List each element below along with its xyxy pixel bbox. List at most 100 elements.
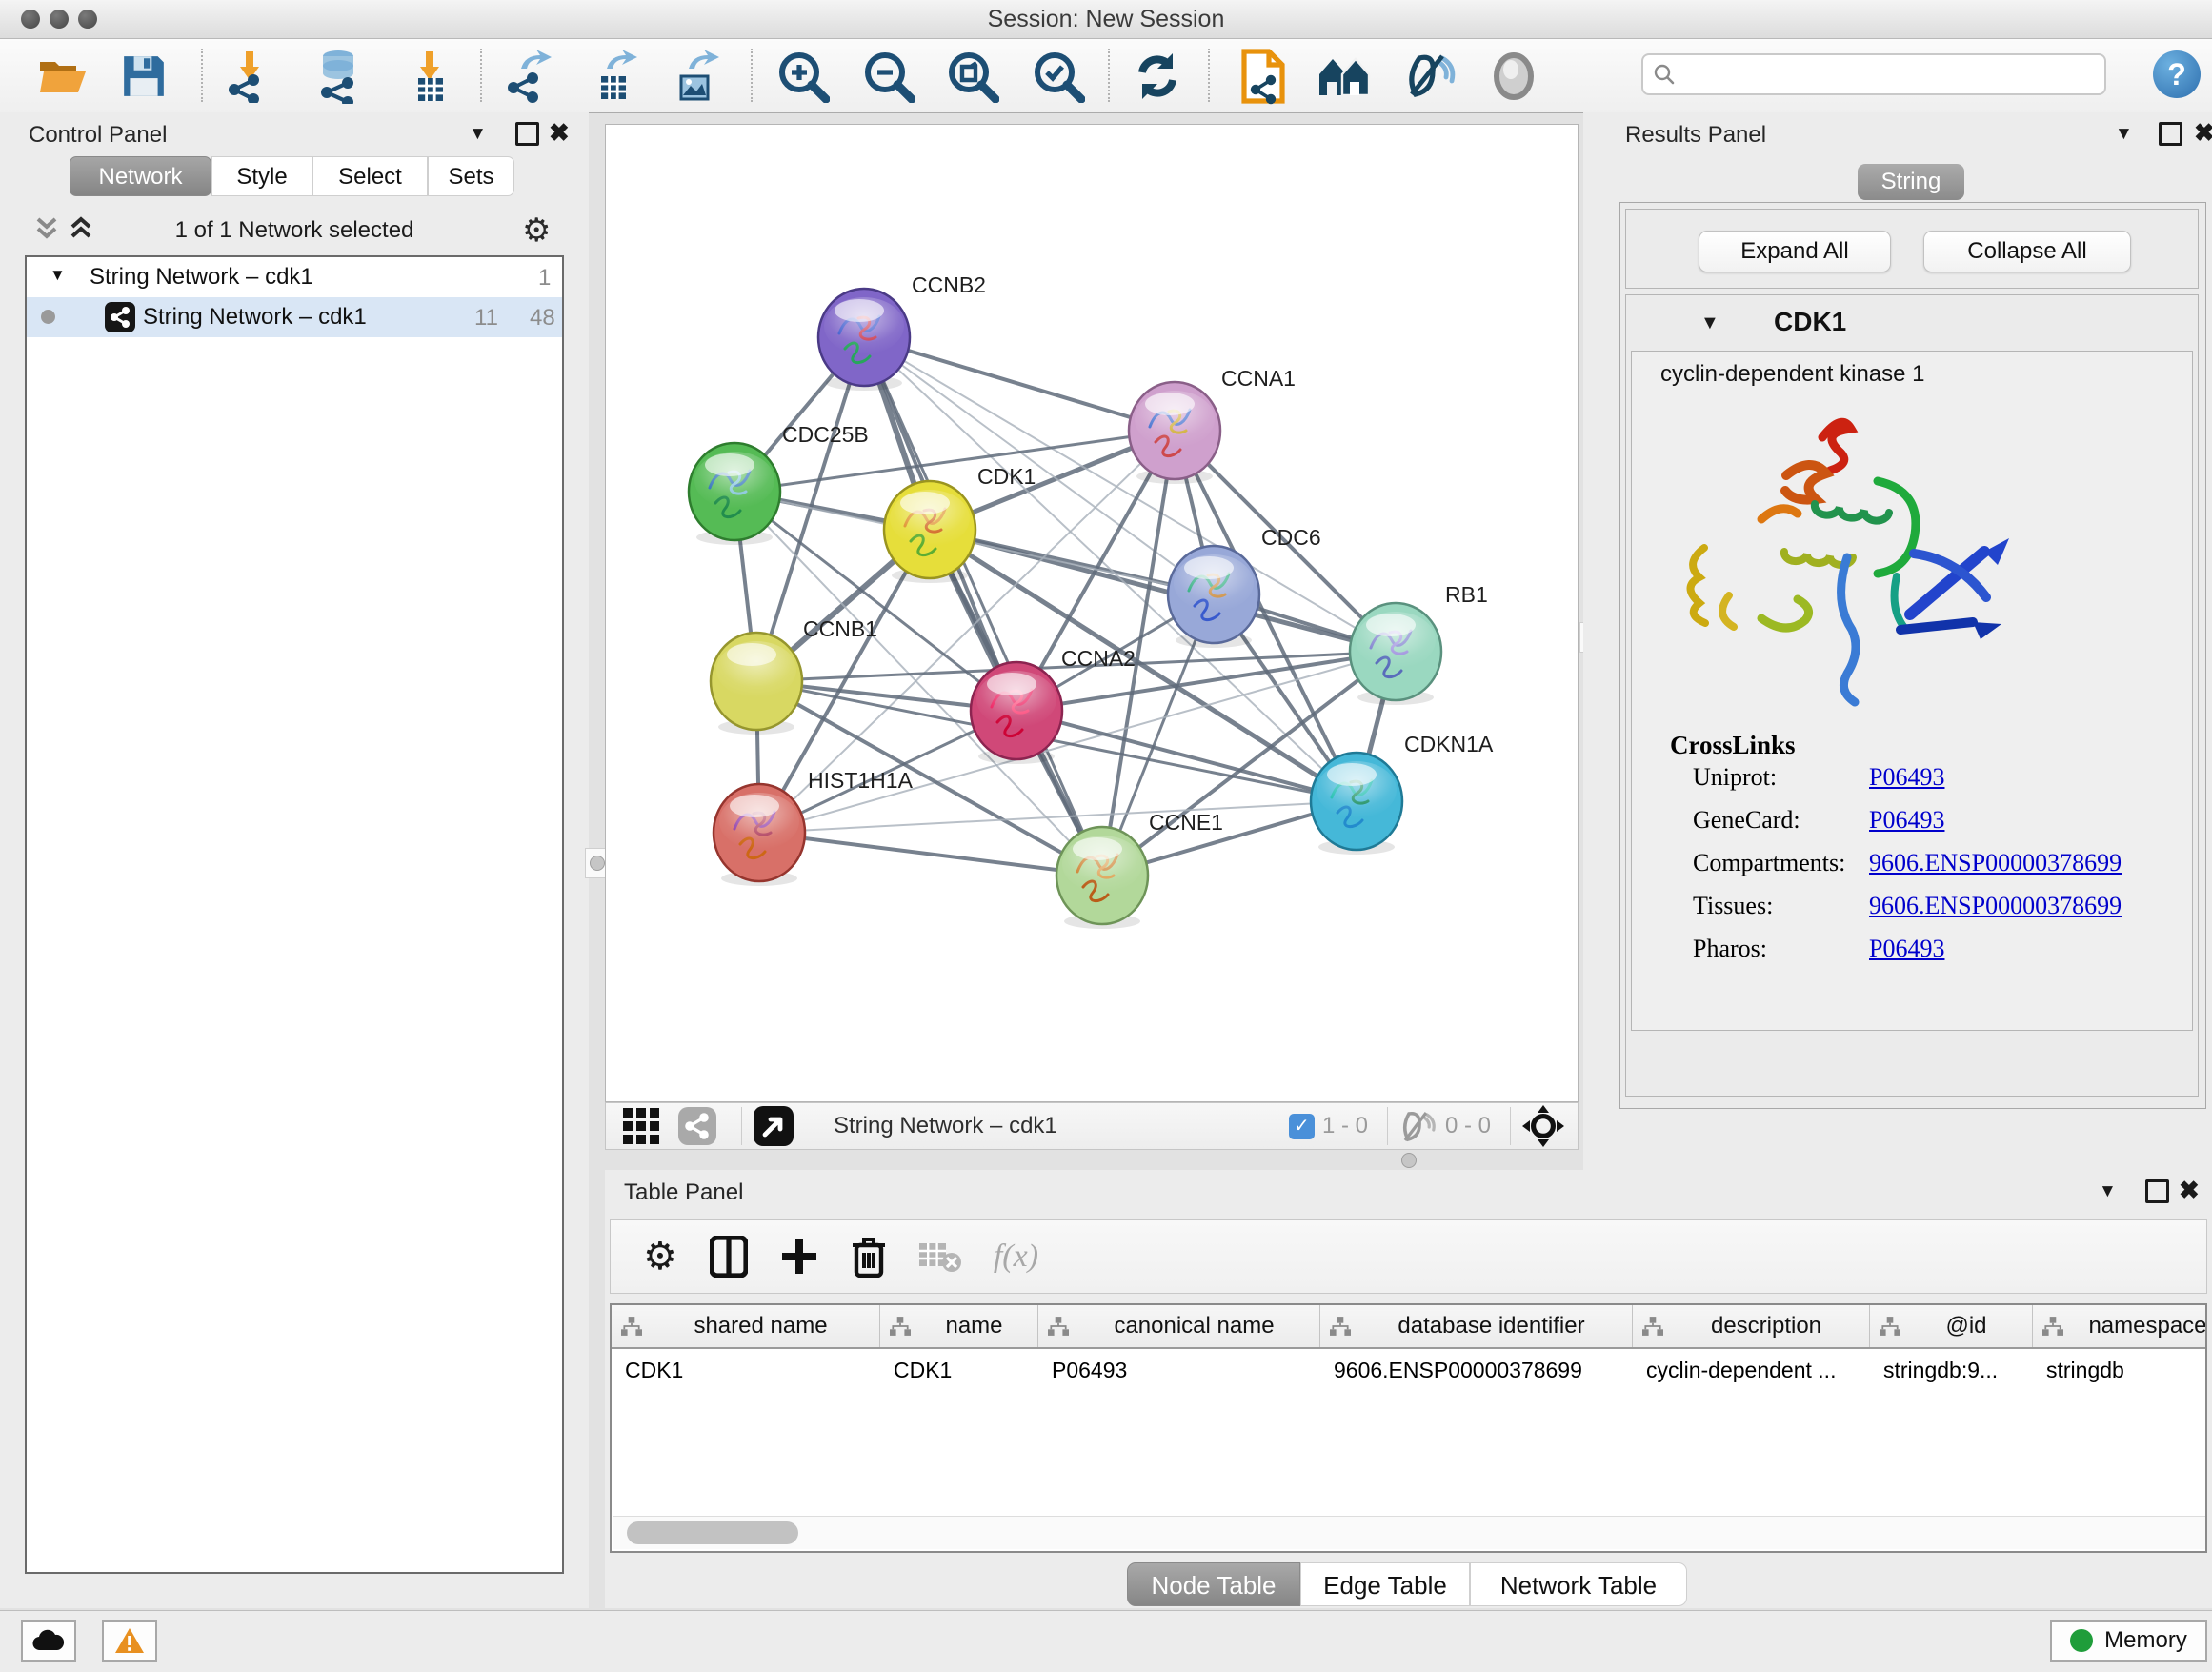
crosslink-label: Pharos:	[1693, 935, 1869, 963]
table-splitter-handle[interactable]	[1401, 1153, 1417, 1168]
network-edge-RB1-HIST1H1A[interactable]	[759, 652, 1396, 833]
zoom-out-button[interactable]	[859, 49, 918, 104]
table-cell[interactable]: cyclin-dependent ...	[1633, 1349, 1870, 1391]
panel-float-icon[interactable]	[2159, 122, 2182, 146]
panel-close-icon[interactable]: ✖	[2179, 1180, 2200, 1199]
tab-select[interactable]: Select	[312, 156, 428, 196]
crosslink-label: GeneCard:	[1693, 806, 1869, 835]
table-cell[interactable]: 9606.ENSP00000378699	[1320, 1349, 1633, 1391]
help-button[interactable]: ?	[2153, 50, 2201, 98]
share-view-icon[interactable]	[678, 1107, 716, 1145]
save-session-button[interactable]	[114, 49, 173, 104]
network-edge-CCNB2-CCNE1[interactable]	[864, 337, 1102, 876]
network-selection-summary: 1 of 1 Network selected	[0, 217, 589, 244]
column-header-canonical-name[interactable]: canonical name	[1038, 1305, 1320, 1347]
panel-menu-caret-icon[interactable]: ▼	[469, 124, 487, 145]
network-edge-CCNB2-CCNA1[interactable]	[864, 337, 1175, 431]
crosslink-row: Uniprot:P06493	[1693, 763, 2169, 806]
export-network-button[interactable]	[499, 49, 558, 104]
table-cell[interactable]: stringdb:9...	[1870, 1349, 2033, 1391]
column-header--id[interactable]: @id	[1870, 1305, 2033, 1347]
tab-string[interactable]: String	[1858, 164, 1964, 200]
column-header-description[interactable]: description	[1633, 1305, 1870, 1347]
tab-style[interactable]: Style	[211, 156, 312, 196]
gene-collapse-caret-icon[interactable]: ▼	[1700, 312, 1719, 334]
network-options-gear-icon[interactable]: ⚙	[522, 212, 551, 250]
search-input[interactable]	[1676, 61, 2104, 88]
pan-crosshair-icon[interactable]	[1522, 1105, 1564, 1147]
function-builder-icon[interactable]: f(x)	[994, 1239, 1038, 1275]
network-node-RB1[interactable]: RB1	[1350, 582, 1488, 705]
crosslink-link[interactable]: 9606.ENSP00000378699	[1869, 892, 2122, 919]
export-table-button[interactable]	[585, 49, 644, 104]
cloud-status-button[interactable]	[21, 1620, 76, 1662]
panel-float-icon[interactable]	[515, 122, 539, 146]
import-string-file-button[interactable]	[1234, 49, 1293, 104]
import-table-file-button[interactable]	[400, 49, 459, 104]
crosslink-link[interactable]: P06493	[1869, 935, 1944, 962]
scrollbar-thumb[interactable]	[627, 1521, 798, 1544]
crosslink-link[interactable]: P06493	[1869, 763, 1944, 791]
network-row-selected[interactable]: String Network – cdk1 11 48	[27, 297, 562, 337]
network-canvas[interactable]: CCNB2CCNA1CDC25BCDK1CDC6RB1CCNB1CCNA2CDK…	[605, 124, 1579, 1102]
table-cell[interactable]: stringdb	[2033, 1349, 2207, 1391]
zoom-fit-button[interactable]	[943, 49, 1002, 104]
panel-close-icon[interactable]: ✖	[549, 123, 570, 142]
crosslink-link[interactable]: 9606.ENSP00000378699	[1869, 849, 2122, 876]
panel-float-icon[interactable]	[2145, 1179, 2169, 1203]
import-network-file-button[interactable]	[220, 49, 279, 104]
tab-edge-table[interactable]: Edge Table	[1300, 1562, 1470, 1606]
open-session-button[interactable]	[34, 49, 93, 104]
tree-expand-caret-icon[interactable]: ▼	[50, 266, 66, 285]
show-eye-button[interactable]	[1484, 49, 1543, 104]
node-label-CCNE1: CCNE1	[1149, 810, 1223, 835]
network-view[interactable]: CCNB2CCNA1CDC25BCDK1CDC6RB1CCNB1CCNA2CDK…	[606, 125, 1578, 1101]
table-options-gear-icon[interactable]: ⚙	[643, 1235, 677, 1279]
add-column-icon[interactable]	[780, 1238, 818, 1276]
import-network-database-button[interactable]	[310, 49, 369, 104]
crosslink-link[interactable]: P06493	[1869, 806, 1944, 834]
grid-mode-icon[interactable]	[623, 1108, 659, 1144]
toolbar-separator	[201, 49, 203, 102]
birdseye-icon[interactable]	[754, 1106, 794, 1146]
expand-all-button[interactable]: Expand All	[1699, 231, 1891, 272]
gene-description: cyclin-dependent kinase 1	[1660, 361, 1925, 388]
string-home-button[interactable]	[1316, 49, 1375, 104]
warning-button[interactable]	[102, 1620, 157, 1662]
column-header-name[interactable]: name	[880, 1305, 1038, 1347]
refresh-button[interactable]	[1128, 49, 1187, 104]
table-row[interactable]: CDK1CDK1P064939606.ENSP00000378699cyclin…	[612, 1349, 2205, 1391]
network-node-CDC6[interactable]: CDC6	[1168, 525, 1321, 648]
tab-network[interactable]: Network	[70, 156, 211, 196]
show-columns-icon[interactable]	[710, 1236, 748, 1278]
panel-menu-caret-icon[interactable]: ▼	[2099, 1181, 2117, 1202]
delete-table-icon[interactable]	[919, 1239, 961, 1274]
tab-network-table[interactable]: Network Table	[1470, 1562, 1687, 1606]
zoom-selected-button[interactable]	[1029, 49, 1088, 104]
column-header-namespace[interactable]: namespace	[2033, 1305, 2207, 1347]
network-node-CDK1[interactable]: CDK1	[884, 464, 1036, 583]
search-field[interactable]	[1641, 53, 2106, 95]
hidden-eye-icon[interactable]	[1399, 1110, 1438, 1142]
horizontal-scrollbar[interactable]	[613, 1516, 2205, 1549]
delete-column-trash-icon[interactable]	[851, 1236, 887, 1278]
tab-node-table[interactable]: Node Table	[1127, 1562, 1300, 1606]
network-node-CDKN1A[interactable]: CDKN1A	[1311, 732, 1494, 855]
table-cell[interactable]: P06493	[1038, 1349, 1320, 1391]
table-cell[interactable]: CDK1	[612, 1349, 880, 1391]
export-image-button[interactable]	[667, 49, 726, 104]
column-header-database-identifier[interactable]: database identifier	[1320, 1305, 1633, 1347]
refresh-icon	[1131, 50, 1184, 103]
column-header-shared-name[interactable]: shared name	[612, 1305, 880, 1347]
collapse-all-button[interactable]: Collapse All	[1923, 231, 2131, 272]
tab-sets[interactable]: Sets	[428, 156, 514, 196]
zoom-in-button[interactable]	[774, 49, 833, 104]
table-cell[interactable]: CDK1	[880, 1349, 1038, 1391]
network-collection-row[interactable]: ▼ String Network – cdk1 1	[27, 257, 562, 297]
panel-close-icon[interactable]: ✖	[2194, 123, 2212, 142]
selected-nodes-checkbox[interactable]: ✓	[1289, 1114, 1315, 1139]
panel-menu-caret-icon[interactable]: ▼	[2115, 124, 2133, 145]
hide-glasses-button[interactable]	[1400, 49, 1459, 104]
memory-button[interactable]: Memory	[2050, 1620, 2207, 1662]
network-edge-HIST1H1A-CCNE1[interactable]	[759, 833, 1102, 876]
